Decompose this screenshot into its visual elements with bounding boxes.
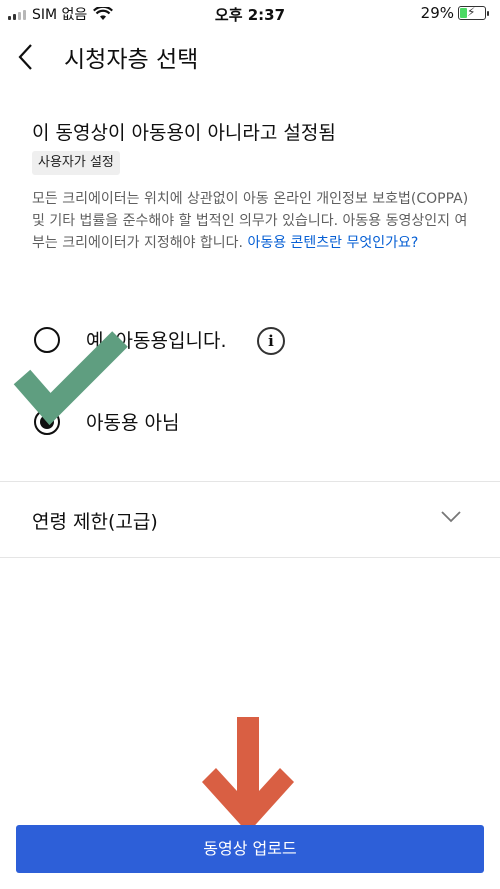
page-title: 시청자층 선택 [64, 47, 199, 73]
age-restriction-row[interactable]: 연령 제한(고급) [0, 482, 500, 557]
back-button[interactable] [14, 42, 40, 72]
back-arrow-icon [18, 44, 32, 70]
battery-icon: ⚡ [458, 5, 489, 20]
battery-fill [460, 8, 467, 18]
checkmark-overlay-icon [13, 331, 128, 426]
divider [0, 557, 500, 558]
header: 시청자층 선택 [0, 28, 500, 84]
audience-status-title: 이 동영상이 아동용이 아니라고 설정됨 [32, 122, 336, 144]
age-restriction-label: 연령 제한(고급) [32, 511, 158, 533]
kids-content-link[interactable]: 아동용 콘텐츠란 무엇인가요? [247, 235, 418, 251]
status-right: 29% ⚡ [420, 4, 489, 22]
battery-percent: 29% [420, 4, 454, 22]
charging-icon: ⚡ [467, 5, 476, 19]
user-set-badge: 사용자가 설정 [32, 151, 120, 175]
chevron-down-icon [441, 511, 461, 523]
upload-video-button[interactable]: 동영상 업로드 [16, 825, 484, 873]
status-bar: SIM 없음 오후 2:37 29% ⚡ [0, 0, 500, 28]
coppa-description: 모든 크리에이터는 위치에 상관없이 아동 온라인 개인정보 보호법(COPPA… [32, 188, 472, 254]
arrow-down-overlay-icon [202, 717, 294, 833]
info-icon[interactable]: i [257, 327, 285, 355]
